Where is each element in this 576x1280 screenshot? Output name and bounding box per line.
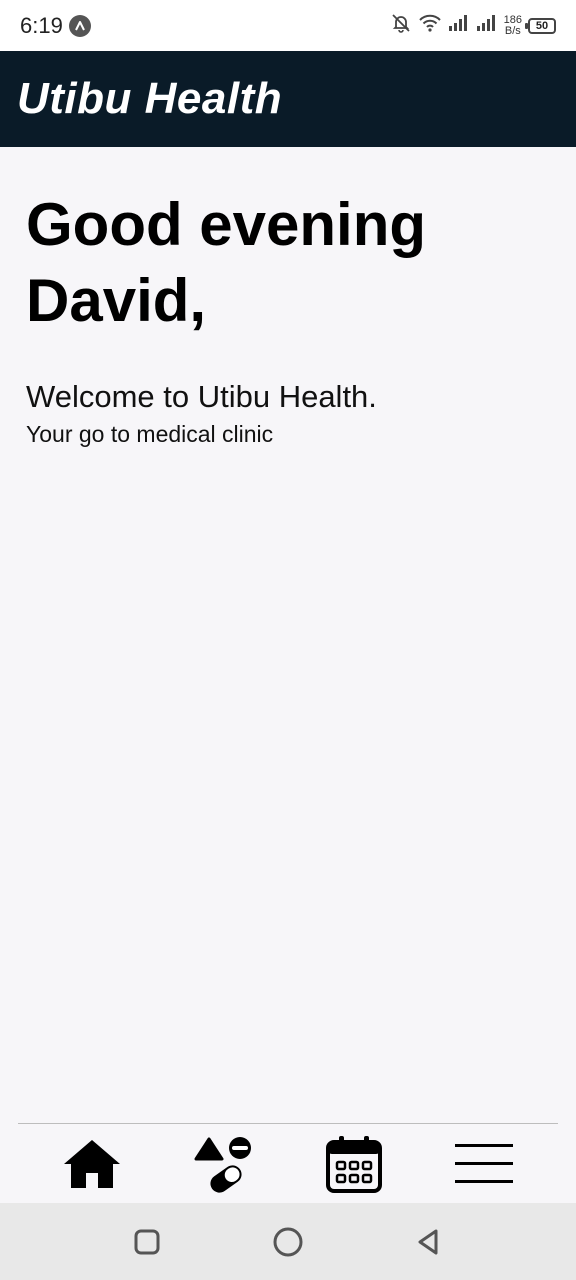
square-icon [134,1229,160,1255]
signal-2-icon [476,14,498,37]
battery-icon: 50 [525,17,556,34]
nav-medication-button[interactable] [187,1133,257,1195]
app-bar: Utibu Health [0,51,576,147]
network-speed: 186 B/s [503,13,522,37]
bottom-nav [0,1123,576,1203]
bottom-nav-divider [18,1123,558,1124]
calendar-icon [326,1136,382,1193]
nav-appointments-button[interactable] [319,1133,389,1195]
menu-icon [455,1144,513,1183]
circle-icon [273,1227,303,1257]
recents-button[interactable] [130,1225,164,1259]
greeting-line-1: Good evening [26,191,427,258]
signal-1-icon [448,14,470,37]
greeting-line-2: David, [26,267,207,334]
welcome-text: Welcome to Utibu Health. [26,379,377,414]
app-notification-icon [68,14,91,37]
app-title: Utibu Health [17,74,283,123]
status-bar: 6:19 186 B/s 50 [0,0,576,51]
home-icon [64,1140,120,1188]
status-left: 6:19 [20,13,91,39]
network-speed-unit: B/s [504,24,521,37]
nav-home-button[interactable] [57,1133,127,1195]
status-time: 6:19 [20,12,63,38]
nav-menu-button[interactable] [449,1133,519,1195]
back-button[interactable] [412,1225,446,1259]
system-nav-bar [0,1203,576,1280]
wifi-icon [418,13,442,38]
network-speed-value: 186 [503,13,522,26]
tagline-text: Your go to medical clinic [26,421,274,447]
status-right: 186 B/s 50 [390,12,556,39]
screen: 6:19 186 B/s 50 Utibu Health Good evenin… [0,0,576,1280]
home-content: Good evening David, Welcome to Utibu Hea… [26,147,550,449]
greeting: Good evening David, [26,187,550,339]
battery-level: 50 [535,19,549,32]
home-system-button[interactable] [271,1225,305,1259]
back-triangle-icon [418,1229,438,1255]
medication-icon [194,1137,251,1193]
mute-bell-icon [390,12,412,39]
